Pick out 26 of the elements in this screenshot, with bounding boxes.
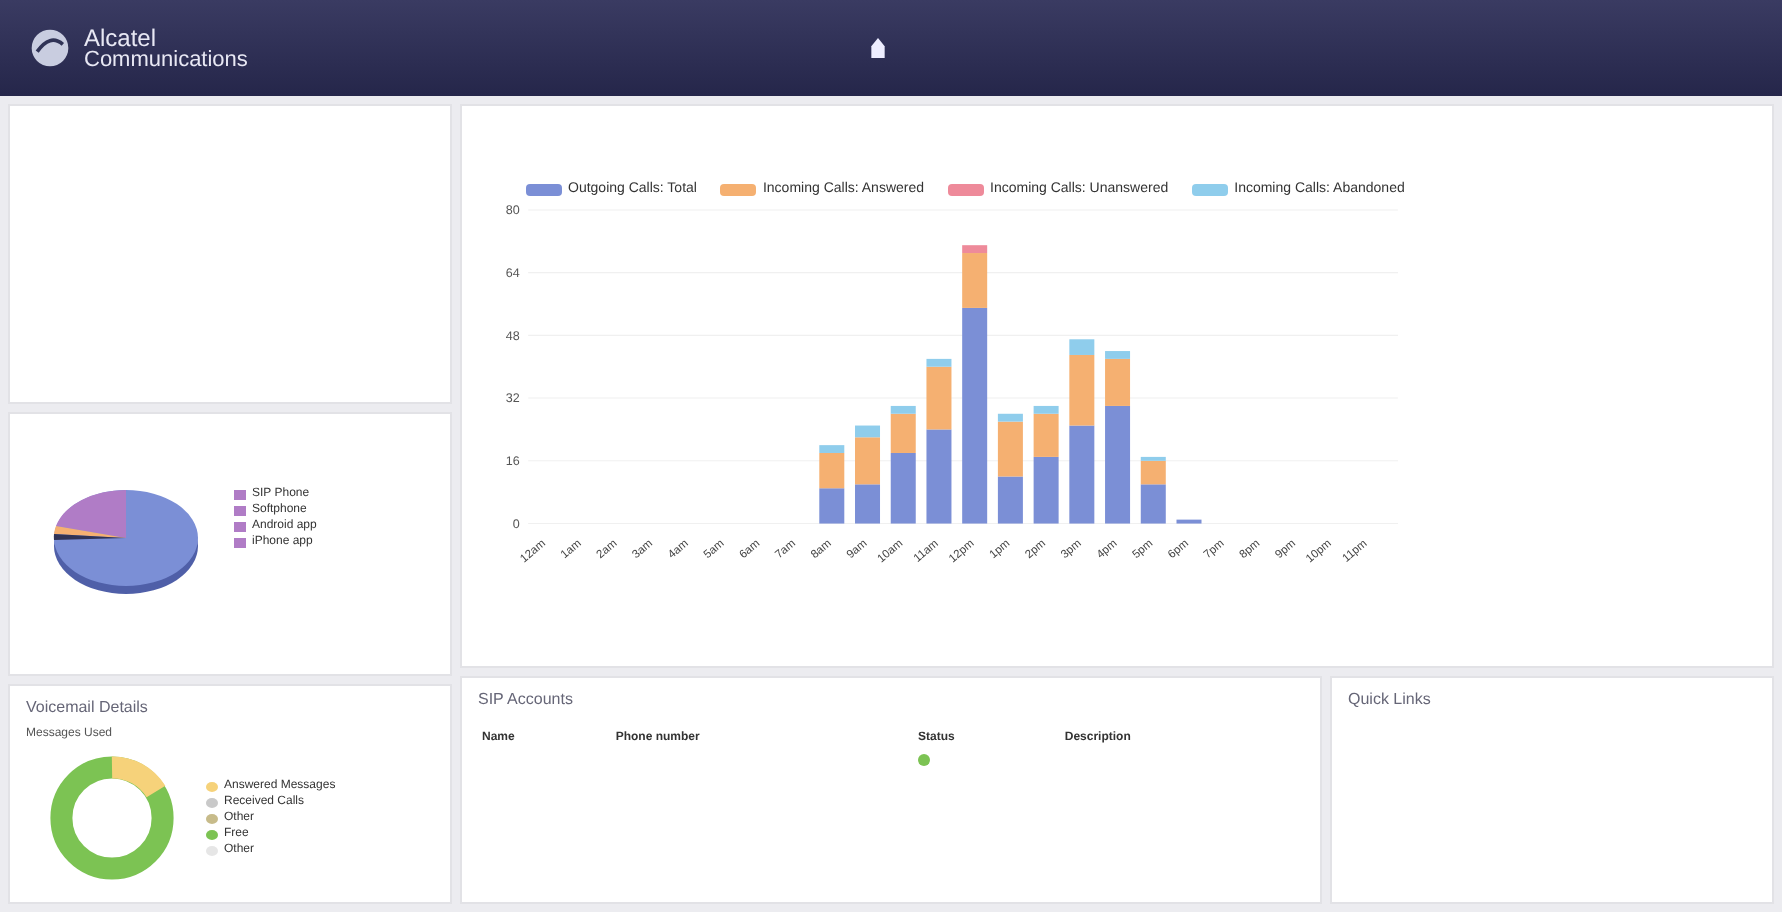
legend-swatch <box>234 521 246 531</box>
donut-chart-drawing <box>46 752 178 884</box>
legend-swatch <box>948 183 985 195</box>
panel-title: Voicemail Details <box>26 698 150 716</box>
legend-swatch <box>206 845 218 855</box>
chart-bar <box>819 488 845 524</box>
brand-name: Alcatel <box>84 25 157 49</box>
legend-swatch <box>234 537 246 547</box>
chart-bar <box>997 476 1023 524</box>
legend-swatch <box>206 781 218 791</box>
home-icon[interactable] <box>867 36 888 60</box>
chart-bar <box>1176 519 1202 524</box>
panel-title: SIP Accounts <box>478 690 575 708</box>
legend-swatch <box>206 829 218 839</box>
legend-swatch <box>206 797 218 807</box>
legend-swatch <box>1192 183 1229 195</box>
legend-swatch <box>206 813 218 823</box>
legend-swatch <box>526 183 562 195</box>
legend-swatch <box>234 505 246 515</box>
logo-icon <box>28 25 72 69</box>
chart-bar <box>855 484 880 524</box>
legend-swatch <box>234 489 246 499</box>
panel-title: Quick Links <box>1348 690 1433 708</box>
chart-bar <box>1069 425 1095 524</box>
legend-swatch <box>720 183 757 195</box>
brand-name: Communications <box>84 49 248 71</box>
